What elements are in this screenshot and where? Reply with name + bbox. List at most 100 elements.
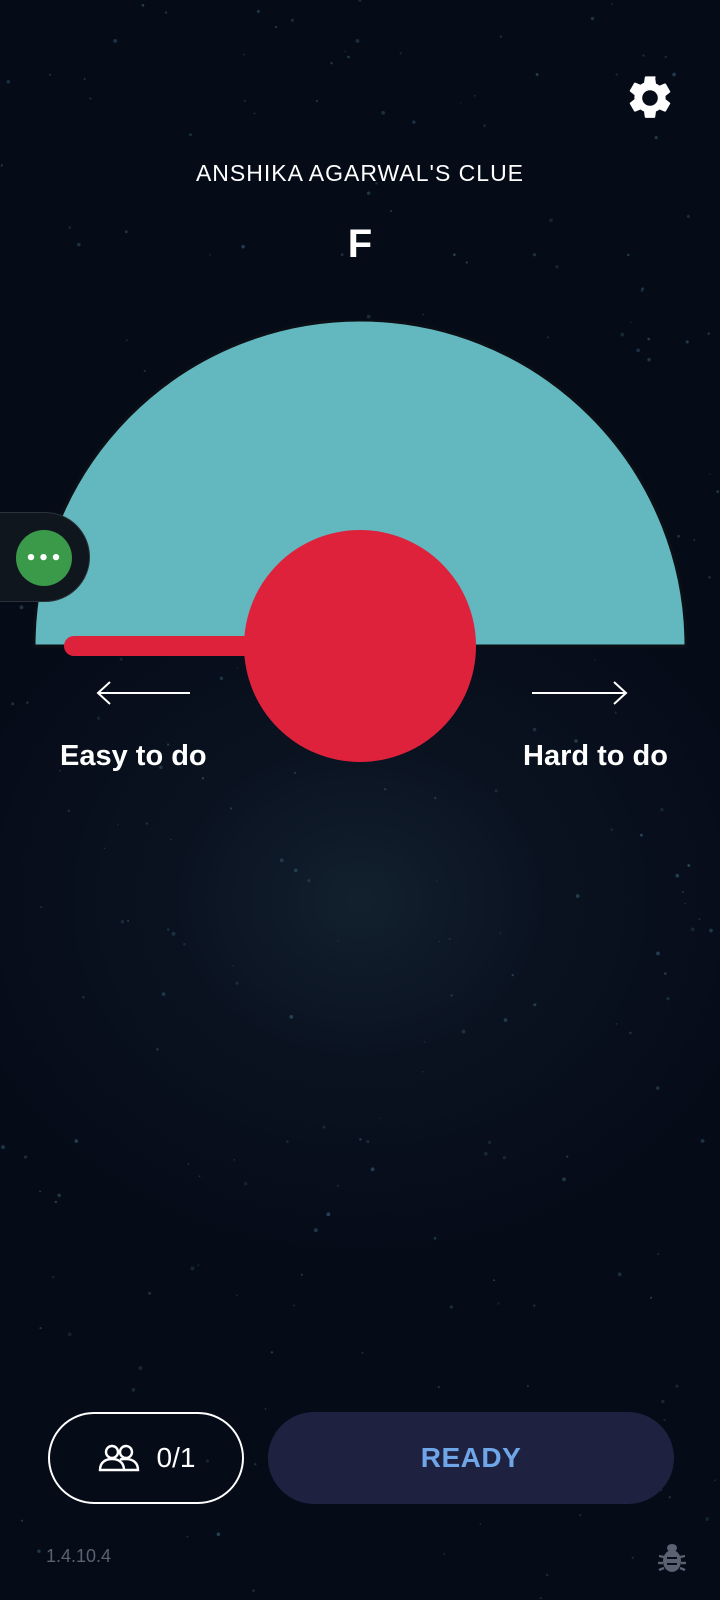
star: [381, 111, 386, 115]
star: [459, 102, 462, 104]
star: [256, 9, 260, 13]
star: [482, 124, 487, 128]
star: [615, 1022, 618, 1025]
app-version: 1.4.10.4: [46, 1546, 112, 1566]
star: [675, 1384, 679, 1388]
star: [337, 940, 339, 942]
spectrum-dial[interactable]: [0, 320, 720, 780]
star: [67, 1332, 72, 1337]
star: [590, 16, 595, 21]
star: [448, 937, 451, 940]
star: [54, 1200, 58, 1204]
star: [243, 53, 246, 56]
star: [579, 1513, 582, 1517]
star: [422, 313, 425, 316]
star: [545, 1573, 549, 1577]
star: [21, 1519, 24, 1522]
star: [562, 1177, 566, 1182]
star: [639, 833, 643, 837]
star: [23, 1155, 28, 1159]
star: [423, 1041, 426, 1043]
star: [52, 1275, 55, 1279]
star: [264, 1408, 267, 1410]
star: [661, 1399, 665, 1404]
star: [83, 78, 86, 80]
star: [189, 133, 192, 137]
ready-button[interactable]: READY: [268, 1412, 674, 1504]
star: [235, 981, 239, 985]
star: [167, 928, 170, 931]
star: [171, 931, 176, 936]
star: [307, 879, 311, 883]
star: [675, 873, 680, 878]
players-button[interactable]: 0/1: [48, 1412, 244, 1504]
star: [330, 62, 333, 65]
star: [313, 1228, 318, 1233]
star: [566, 1155, 569, 1158]
chat-bubble-icon[interactable]: •••: [16, 530, 72, 586]
star: [686, 214, 690, 218]
star: [120, 920, 125, 924]
star: [39, 1326, 42, 1330]
star: [290, 18, 294, 22]
star: [497, 1302, 500, 1305]
star: [57, 1193, 61, 1198]
star: [355, 38, 360, 43]
star: [437, 1386, 440, 1389]
star: [370, 1167, 375, 1172]
star: [657, 1252, 660, 1256]
star: [450, 994, 453, 997]
star: [187, 1163, 190, 1165]
star: [664, 55, 668, 59]
star: [532, 1304, 536, 1307]
star: [183, 942, 186, 946]
star: [656, 951, 660, 956]
star: [233, 1159, 236, 1161]
star: [293, 1304, 296, 1307]
star: [617, 1272, 622, 1277]
star: [37, 1549, 41, 1553]
star: [654, 136, 658, 140]
star: [6, 80, 10, 84]
star: [698, 918, 701, 920]
bug-icon[interactable]: [656, 1540, 688, 1576]
star: [286, 1140, 289, 1143]
star: [503, 1018, 508, 1022]
star: [709, 928, 713, 933]
star: [366, 1140, 370, 1144]
star: [358, 0, 362, 2]
star: [611, 3, 614, 6]
star: [315, 100, 318, 103]
star: [274, 25, 278, 29]
star: [499, 932, 502, 935]
star: [198, 1175, 201, 1177]
star: [336, 1184, 339, 1187]
star: [366, 314, 371, 319]
star: [270, 1351, 274, 1354]
star: [479, 1523, 482, 1525]
star: [438, 940, 441, 943]
star: [443, 1553, 446, 1555]
star: [615, 73, 618, 76]
star: [244, 1182, 248, 1186]
clue-text: F: [347, 222, 373, 266]
star: [243, 99, 246, 102]
gear-icon[interactable]: [624, 72, 676, 124]
star: [487, 1140, 492, 1145]
star: [449, 1305, 453, 1309]
users-icon: [98, 1444, 139, 1472]
star: [412, 120, 416, 124]
star: [663, 972, 667, 975]
star: [435, 880, 438, 882]
star: [103, 847, 106, 850]
star: [434, 796, 437, 800]
star: [533, 1003, 537, 1007]
star: [148, 1291, 152, 1295]
star: [279, 858, 284, 863]
star: [535, 73, 539, 76]
star: [379, 1117, 382, 1119]
star: [511, 973, 514, 977]
left-arrow-icon: [96, 681, 190, 705]
star: [117, 823, 119, 826]
star: [294, 868, 298, 873]
